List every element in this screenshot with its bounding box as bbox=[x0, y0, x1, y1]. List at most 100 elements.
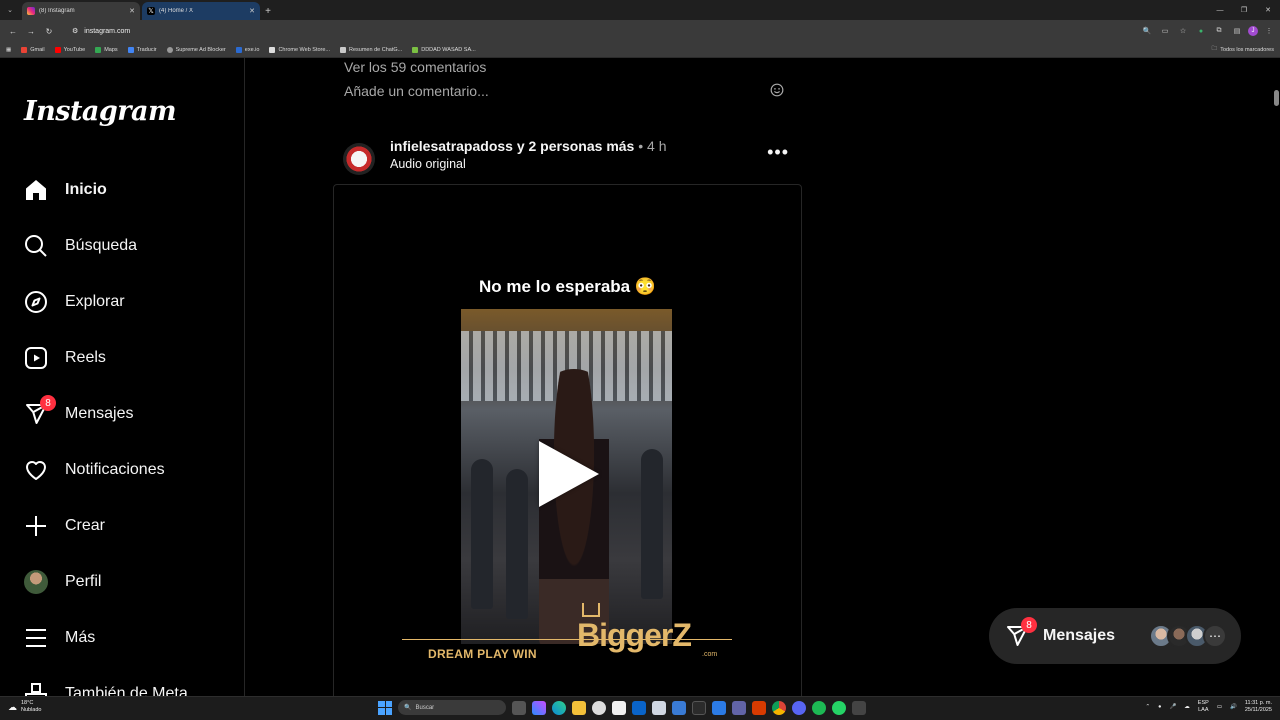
weather-widget[interactable]: ☁ 18°C Nublado bbox=[8, 700, 42, 714]
sidebar-item-label: Notificaciones bbox=[65, 461, 165, 478]
chrome-icon[interactable] bbox=[772, 700, 786, 715]
post-author-avatar[interactable] bbox=[343, 143, 375, 175]
clock[interactable]: 11:31 p. m. 25/11/2025 bbox=[1245, 700, 1272, 714]
tray-app-icon[interactable]: ● bbox=[1158, 704, 1161, 710]
extension-icon[interactable]: ● bbox=[1194, 24, 1208, 38]
store-icon[interactable] bbox=[672, 700, 686, 715]
site-info-icon[interactable]: ⚙ bbox=[72, 27, 78, 35]
weather-icon: ☁ bbox=[8, 701, 17, 712]
volume-icon[interactable]: 🔊 bbox=[1230, 704, 1237, 710]
bookmark-webstore[interactable]: Chrome Web Store... bbox=[269, 46, 330, 53]
zoom-icon[interactable]: 🔍 bbox=[1140, 24, 1154, 38]
keyboard-icon[interactable] bbox=[852, 700, 866, 715]
sidebar-item-inicio[interactable]: Inicio bbox=[24, 174, 107, 206]
profile-avatar[interactable]: J bbox=[1248, 26, 1258, 36]
copilot-icon[interactable] bbox=[532, 700, 546, 715]
tab-instagram[interactable]: (8) Instagram ✕ bbox=[22, 2, 140, 20]
calendar-icon[interactable] bbox=[612, 700, 626, 715]
teams-icon[interactable] bbox=[652, 700, 666, 715]
sidebar-item-reels[interactable]: Reels bbox=[24, 342, 106, 374]
sticky-notes-icon[interactable] bbox=[692, 700, 706, 715]
bookmark-maps[interactable]: Maps bbox=[95, 46, 118, 53]
view-comments-link[interactable]: Ver los 59 comentarios bbox=[344, 59, 486, 75]
office-icon[interactable] bbox=[752, 700, 766, 715]
cast-icon[interactable]: ▭ bbox=[1158, 24, 1172, 38]
browser-menu-icon[interactable]: ⋮ bbox=[1262, 24, 1276, 38]
apps-grid-icon[interactable]: ▦ bbox=[6, 47, 11, 53]
sidebar-item-mas[interactable]: Más bbox=[24, 622, 95, 654]
bookmark-gmail[interactable]: Gmail bbox=[21, 46, 45, 53]
post-collaborators[interactable]: y 2 personas más bbox=[517, 138, 635, 154]
taskbar-apps: 🔍 Buscar bbox=[378, 700, 866, 715]
microphone-icon[interactable]: 🎤 bbox=[1169, 704, 1176, 710]
messenger-icon: 8 bbox=[1005, 617, 1037, 648]
all-bookmarks[interactable]: 🗀 Todos los marcadores bbox=[1212, 45, 1274, 54]
whatsapp-icon[interactable] bbox=[832, 700, 846, 715]
menu-icon bbox=[24, 626, 48, 650]
side-panel-icon[interactable]: ▤ bbox=[1230, 24, 1244, 38]
tab-search-icon[interactable]: ⌄ bbox=[0, 0, 20, 20]
back-button[interactable]: ← bbox=[4, 22, 22, 40]
bookmark-chatgpt[interactable]: Resumen de ChatG... bbox=[340, 46, 402, 53]
address-bar[interactable]: ⚙ instagram.com bbox=[64, 23, 1134, 39]
bookmark-star-icon[interactable]: ☆ bbox=[1176, 24, 1190, 38]
game-icon bbox=[412, 46, 419, 53]
bookmark-exeio[interactable]: exe.io bbox=[235, 46, 259, 53]
post-author-name[interactable]: infielesatrapadoss bbox=[390, 138, 513, 154]
bookmark-adblocker[interactable]: Supreme Ad Blocker bbox=[166, 46, 226, 53]
new-tab-button[interactable]: + bbox=[260, 2, 276, 20]
extensions-puzzle-icon[interactable]: ⧉ bbox=[1212, 24, 1226, 38]
search-icon: 🔍 bbox=[404, 705, 412, 711]
play-icon[interactable] bbox=[539, 441, 599, 507]
file-explorer-icon[interactable] bbox=[572, 700, 586, 715]
emoji-icon[interactable] bbox=[770, 83, 784, 100]
edge-icon[interactable] bbox=[552, 700, 566, 715]
sidebar-item-explorar[interactable]: Explorar bbox=[24, 286, 125, 318]
reload-button[interactable]: ↻ bbox=[40, 22, 58, 40]
bookmark-youtube[interactable]: YouTube bbox=[54, 46, 85, 53]
outlook-icon[interactable] bbox=[632, 700, 646, 715]
background-person bbox=[471, 459, 493, 609]
sidebar-item-perfil[interactable]: Perfil bbox=[24, 566, 101, 598]
windows-start-icon[interactable] bbox=[378, 700, 392, 715]
messages-pill[interactable]: 8 Mensajes ⋯ bbox=[989, 608, 1241, 664]
close-tab-icon[interactable]: ✕ bbox=[249, 7, 255, 15]
sidebar-item-busqueda[interactable]: Búsqueda bbox=[24, 230, 137, 262]
vpn-icon[interactable] bbox=[712, 700, 726, 715]
instagram-logo[interactable]: Instagram bbox=[24, 96, 177, 127]
tab-x[interactable]: 𝕏 (4) Home / X ✕ bbox=[142, 2, 260, 20]
maximize-button[interactable]: ❐ bbox=[1232, 0, 1256, 20]
promo-domain: .com bbox=[702, 651, 718, 658]
taskbar-search[interactable]: 🔍 Buscar bbox=[398, 700, 506, 715]
discord-icon[interactable] bbox=[792, 700, 806, 715]
tray-overflow-icon[interactable]: ⌃ bbox=[1146, 704, 1151, 710]
video-frame[interactable] bbox=[461, 309, 672, 644]
page-scrollbar[interactable] bbox=[1272, 58, 1280, 696]
close-tab-icon[interactable]: ✕ bbox=[129, 7, 135, 15]
sidebar-item-mensajes[interactable]: 8 Mensajes bbox=[24, 395, 133, 430]
document-icon bbox=[340, 46, 347, 53]
spotify-icon[interactable] bbox=[812, 700, 826, 715]
sidebar-item-label: Crear bbox=[65, 517, 106, 534]
task-view-icon[interactable] bbox=[512, 700, 526, 715]
language-indicator[interactable]: ESP LAA bbox=[1198, 700, 1209, 714]
bookmark-traducir[interactable]: Traducir bbox=[127, 46, 157, 53]
add-comment-row: Añade un comentario... bbox=[344, 83, 784, 100]
teams-purple-icon[interactable] bbox=[732, 700, 746, 715]
onedrive-icon[interactable]: ☁ bbox=[1184, 704, 1190, 710]
chatgpt-icon[interactable] bbox=[592, 700, 606, 715]
more-options-button[interactable]: ••• bbox=[767, 142, 789, 163]
sidebar-item-crear[interactable]: Crear bbox=[24, 510, 105, 542]
sidebar-item-notificaciones[interactable]: Notificaciones bbox=[24, 454, 165, 486]
forward-button[interactable]: → bbox=[22, 22, 40, 40]
sidebar-item-label: Más bbox=[65, 629, 96, 646]
post-video[interactable]: No me lo esperaba 😳 DREAM PLAY WIN Bigge… bbox=[333, 184, 802, 696]
network-icon[interactable]: ▭ bbox=[1217, 704, 1222, 710]
post-audio-link[interactable]: Audio original bbox=[390, 157, 466, 171]
compass-icon bbox=[24, 290, 48, 314]
minimize-button[interactable]: — bbox=[1208, 0, 1232, 20]
add-comment-input[interactable]: Añade un comentario... bbox=[344, 83, 489, 100]
bookmark-dddad[interactable]: DDDAD WASAD SA... bbox=[412, 46, 476, 53]
close-window-button[interactable]: ✕ bbox=[1256, 0, 1280, 20]
scrollbar-thumb[interactable] bbox=[1274, 90, 1279, 106]
